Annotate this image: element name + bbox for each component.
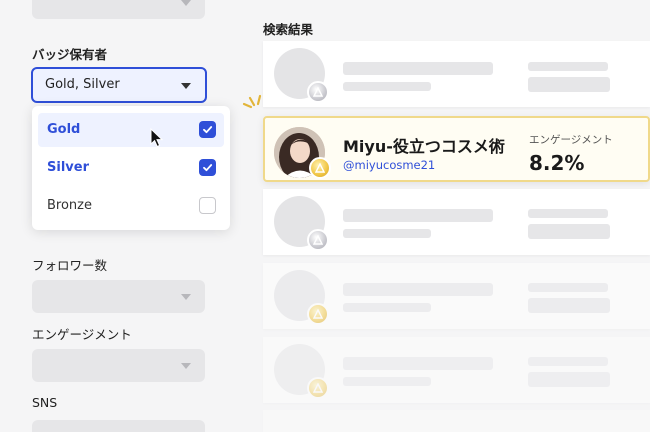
badge-select-value: Gold, Silver <box>45 77 120 92</box>
badge-option-label: Gold <box>47 122 81 137</box>
checkbox-unchecked-icon[interactable] <box>199 197 216 214</box>
stat-label-placeholder-bar <box>528 209 608 218</box>
engagement-value: 8.2% <box>529 151 585 175</box>
chevron-down-icon <box>181 83 191 89</box>
category-select[interactable] <box>32 0 205 19</box>
silver-medal-icon <box>307 81 329 103</box>
badge-filter-label: バッジ保有者 <box>32 47 108 62</box>
chevron-down-icon <box>181 294 191 300</box>
badge-dropdown-menu: Gold Silver Bronze <box>32 106 230 230</box>
stat-value-placeholder-bar <box>528 298 610 313</box>
gold-medal-icon <box>309 157 331 179</box>
followers-filter-label: フォロワー数 <box>32 258 108 273</box>
result-card-placeholder[interactable] <box>263 410 650 432</box>
badge-option-bronze[interactable]: Bronze <box>38 189 224 223</box>
name-placeholder-bar <box>343 357 493 370</box>
result-card-placeholder[interactable] <box>263 189 650 255</box>
stat-value-placeholder-bar <box>528 224 610 239</box>
gold-medal-icon <box>307 303 329 325</box>
engagement-filter-label: エンゲージメント <box>32 327 132 342</box>
stat-value-placeholder-bar <box>528 77 610 92</box>
mouse-cursor-icon <box>150 128 164 148</box>
checkbox-checked-icon[interactable] <box>199 121 216 138</box>
result-card-placeholder[interactable] <box>263 41 650 107</box>
chevron-down-icon <box>181 363 191 369</box>
sparkle-icon <box>242 94 262 109</box>
badge-option-label: Bronze <box>47 198 92 213</box>
followers-select[interactable] <box>32 280 205 313</box>
sns-filter-label: SNS <box>32 395 58 410</box>
result-card-placeholder[interactable] <box>263 337 650 403</box>
gold-medal-icon <box>307 377 329 399</box>
handle-placeholder-bar <box>343 303 431 312</box>
badge-option-gold[interactable]: Gold <box>38 113 224 147</box>
result-card-placeholder[interactable] <box>263 263 650 329</box>
engagement-select[interactable] <box>32 349 205 382</box>
stat-label-placeholder-bar <box>528 283 608 292</box>
results-title: 検索結果 <box>263 22 314 37</box>
handle-placeholder-bar <box>343 229 431 238</box>
stat-value-placeholder-bar <box>528 372 610 387</box>
badge-option-label: Silver <box>47 160 89 175</box>
sns-select[interactable] <box>32 420 205 432</box>
influencer-handle[interactable]: @miyucosme21 <box>343 158 435 172</box>
name-placeholder-bar <box>343 209 493 222</box>
result-card-featured[interactable]: Miyu-役立つコスメ術 @miyucosme21 エンゲージメント 8.2% <box>263 116 650 182</box>
badge-select[interactable]: Gold, Silver <box>31 67 207 103</box>
influencer-name[interactable]: Miyu-役立つコスメ術 <box>343 133 505 157</box>
chevron-down-icon <box>181 0 191 6</box>
handle-placeholder-bar <box>343 377 431 386</box>
handle-placeholder-bar <box>343 82 431 91</box>
badge-option-silver[interactable]: Silver <box>38 151 224 185</box>
stat-label-placeholder-bar <box>528 62 608 71</box>
checkbox-checked-icon[interactable] <box>199 159 216 176</box>
stat-label-placeholder-bar <box>528 357 608 366</box>
silver-medal-icon <box>307 229 329 251</box>
name-placeholder-bar <box>343 62 493 75</box>
engagement-label: エンゲージメント <box>529 134 613 146</box>
name-placeholder-bar <box>343 283 493 296</box>
